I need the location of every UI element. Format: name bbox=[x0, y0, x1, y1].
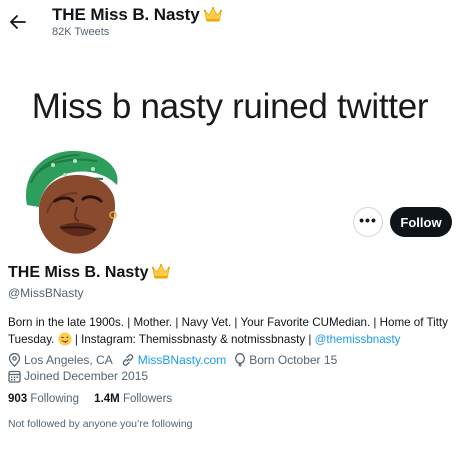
winking-tongue-face-icon bbox=[58, 332, 72, 346]
crown-icon bbox=[203, 7, 222, 22]
calendar-icon bbox=[8, 370, 21, 383]
follow-button[interactable]: Follow bbox=[390, 207, 452, 237]
back-button[interactable] bbox=[4, 8, 32, 36]
following-link[interactable]: 903 Following bbox=[8, 393, 79, 405]
location-pin-icon bbox=[8, 353, 21, 367]
avatar[interactable] bbox=[14, 140, 136, 262]
bio-mention-link[interactable]: @themissbnasty bbox=[315, 333, 401, 346]
banner-text: Miss b nasty ruined twitter bbox=[31, 87, 429, 126]
header-title: THE Miss B. Nasty bbox=[52, 5, 222, 25]
followers-count: 1.4M bbox=[94, 393, 120, 405]
arrow-left-icon bbox=[10, 15, 26, 29]
mutual-followers-note: Not followed by anyone you’re following bbox=[8, 418, 193, 430]
profile-bio: Born in the late 1900s. | Mother. | Navy… bbox=[8, 314, 454, 348]
bio-text-part2: | Instagram: Themissbnasty & notmissbnas… bbox=[74, 333, 312, 346]
birthday-text: Born October 15 bbox=[249, 353, 338, 367]
profile-joined-row: Joined December 2015 bbox=[8, 369, 156, 383]
joined-text: Joined December 2015 bbox=[24, 369, 149, 383]
link-icon bbox=[122, 354, 133, 366]
profile-header: THE Miss B. Nasty 82K Tweets bbox=[0, 0, 460, 52]
following-count: 903 bbox=[8, 393, 28, 405]
display-name-text: THE Miss B. Nasty bbox=[8, 264, 149, 281]
more-options-icon: ••• bbox=[359, 212, 377, 228]
crown-icon bbox=[152, 264, 171, 279]
birthday-item: Born October 15 bbox=[234, 353, 337, 367]
website-item[interactable]: MissBNasty.com bbox=[121, 353, 226, 367]
location-item: Los Angeles, CA bbox=[8, 353, 113, 367]
balloon-icon bbox=[235, 353, 246, 367]
profile-display-name: THE Miss B. Nasty bbox=[8, 264, 171, 282]
location-text: Los Angeles, CA bbox=[24, 353, 113, 367]
follow-counts: 903 Following 1.4M Followers bbox=[8, 393, 184, 405]
followers-label: Followers bbox=[122, 393, 173, 405]
tweet-count: 82K Tweets bbox=[52, 26, 110, 38]
followers-link[interactable]: 1.4M Followers bbox=[94, 393, 172, 405]
joined-item: Joined December 2015 bbox=[8, 369, 148, 383]
header-title-text: THE Miss B. Nasty bbox=[52, 5, 200, 24]
profile-meta-row: Los Angeles, CA MissBNasty.com Born Octo… bbox=[8, 353, 345, 367]
more-options-button[interactable]: ••• bbox=[353, 207, 383, 237]
profile-handle: @MissBNasty bbox=[8, 286, 84, 300]
website-link[interactable]: MissBNasty.com bbox=[138, 353, 226, 367]
following-label: Following bbox=[30, 393, 79, 405]
avatar-illustration bbox=[17, 143, 133, 259]
